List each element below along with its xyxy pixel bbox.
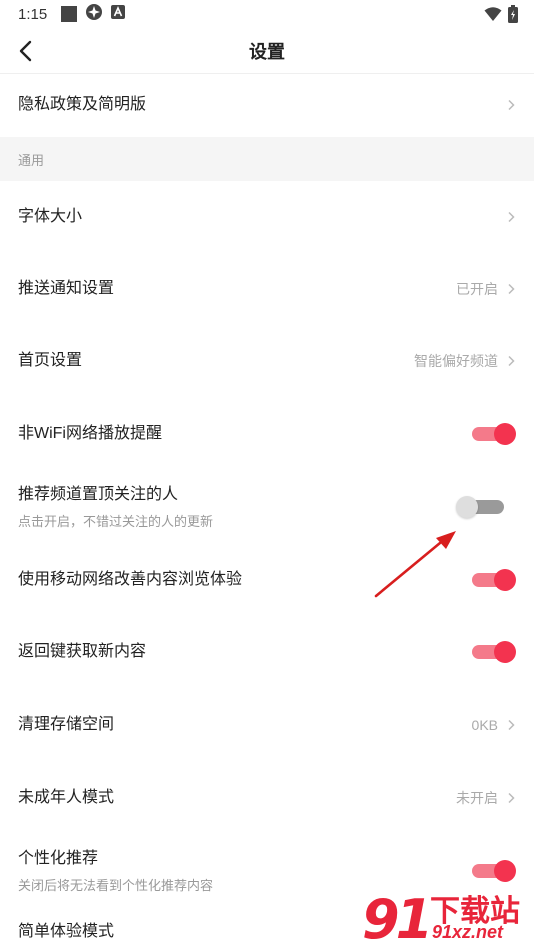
home-settings-row[interactable]: 首页设置 智能偏好频道 bbox=[0, 325, 534, 397]
row-label: 使用移动网络改善内容浏览体验 bbox=[18, 571, 243, 588]
row-label: 个性化推荐 bbox=[18, 849, 99, 867]
chevron-right-icon bbox=[508, 792, 515, 804]
title-bar: 设置 bbox=[0, 28, 534, 74]
status-time: 1:15 bbox=[18, 5, 48, 23]
row-value: 0KB bbox=[471, 717, 498, 733]
page-title: 设置 bbox=[249, 41, 285, 62]
minor-mode-row[interactable]: 未成年人模式 未开启 bbox=[0, 762, 534, 834]
pin-followed-toggle[interactable] bbox=[456, 496, 506, 518]
notification-square-icon bbox=[61, 6, 78, 22]
pin-followed-row: 推荐频道置顶关注的人 点击开启，不错过关注的人的更新 bbox=[0, 470, 534, 544]
chevron-right-icon bbox=[508, 719, 515, 731]
row-label: 未成年人模式 bbox=[18, 789, 115, 806]
section-header-general: 通用 bbox=[0, 137, 534, 181]
back-button[interactable] bbox=[14, 38, 40, 64]
privacy-policy-row[interactable]: 隐私政策及简明版 bbox=[0, 75, 534, 135]
status-bar: 1:15 bbox=[0, 0, 534, 28]
row-label: 首页设置 bbox=[18, 352, 83, 369]
watermark-url: 91xz.net bbox=[432, 922, 504, 942]
row-label: 字体大小 bbox=[18, 208, 83, 225]
chevron-right-icon bbox=[508, 99, 515, 111]
row-label: 清理存储空间 bbox=[18, 716, 115, 733]
row-label: 推送通知设置 bbox=[18, 280, 115, 297]
row-label: 非WiFi网络播放提醒 bbox=[18, 425, 162, 442]
font-size-row[interactable]: 字体大小 bbox=[0, 181, 534, 253]
chevron-right-icon bbox=[508, 211, 515, 223]
clear-storage-row[interactable]: 清理存储空间 0KB bbox=[0, 689, 534, 761]
wifi-icon bbox=[484, 6, 502, 27]
mobile-network-toggle[interactable] bbox=[472, 569, 516, 591]
chevron-right-icon bbox=[508, 355, 515, 367]
row-label: 返回键获取新内容 bbox=[18, 643, 147, 660]
section-label: 通用 bbox=[18, 152, 45, 168]
watermark-logo: 91 下载站 91xz.net bbox=[362, 886, 532, 950]
row-label: 推荐频道置顶关注的人 bbox=[18, 485, 179, 503]
chevron-right-icon bbox=[508, 283, 515, 295]
battery-icon bbox=[508, 5, 518, 28]
row-label: 隐私政策及简明版 bbox=[18, 96, 147, 113]
personalized-toggle[interactable] bbox=[472, 860, 516, 882]
row-subtitle: 点击开启，不错过关注的人的更新 bbox=[18, 513, 214, 529]
non-wifi-toggle[interactable] bbox=[472, 423, 516, 445]
chevron-left-icon bbox=[19, 40, 32, 62]
non-wifi-reminder-row: 非WiFi网络播放提醒 bbox=[0, 398, 534, 470]
back-key-toggle[interactable] bbox=[472, 641, 516, 663]
app-notification-icon bbox=[85, 3, 103, 26]
back-key-refresh-row: 返回键获取新内容 bbox=[0, 616, 534, 688]
row-value: 未开启 bbox=[456, 790, 498, 806]
row-value: 已开启 bbox=[456, 281, 498, 297]
push-notification-row[interactable]: 推送通知设置 已开启 bbox=[0, 253, 534, 325]
row-value: 智能偏好频道 bbox=[414, 353, 498, 369]
mobile-network-row: 使用移动网络改善内容浏览体验 bbox=[0, 544, 534, 616]
watermark-digits: 91 bbox=[362, 888, 433, 950]
a-notification-icon bbox=[111, 4, 126, 24]
